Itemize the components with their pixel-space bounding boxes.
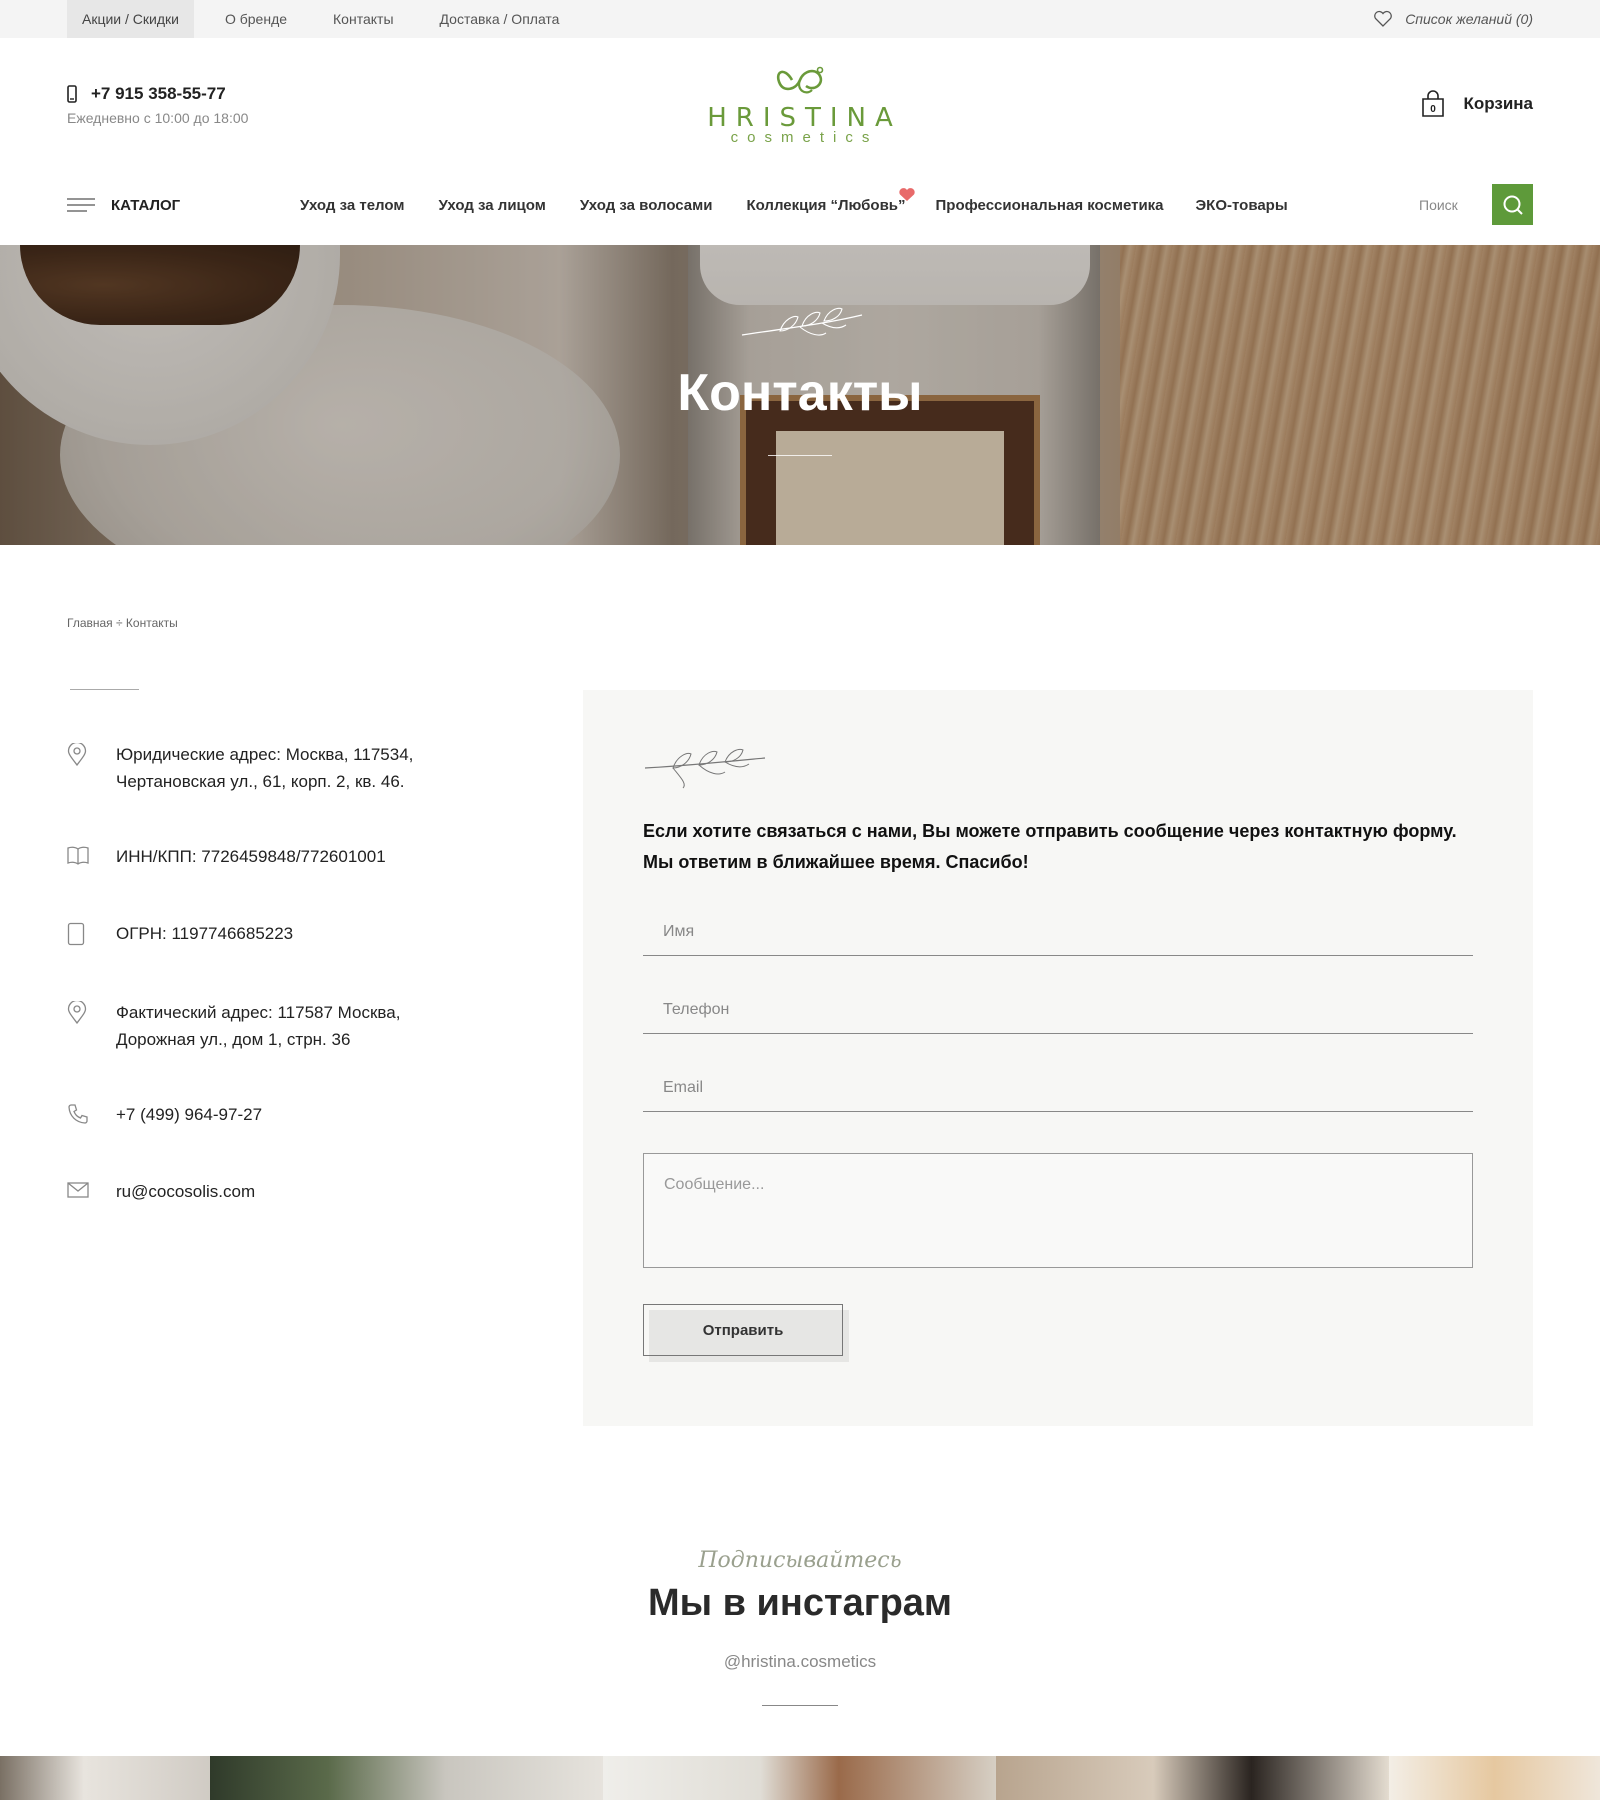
contacts-divider [70,689,139,690]
catalog-button[interactable]: КАТАЛОГ [67,182,180,228]
name-field[interactable]: Имя [643,908,1473,956]
nav-item-hair-care[interactable]: Уход за волосами [580,197,713,214]
hero-banner: Контакты [0,245,1600,545]
catalog-label: КАТАЛОГ [111,196,181,214]
leaf-branch-icon [644,748,766,789]
contact-ogrn-text: ОГРН: 1197746685223 [116,924,294,943]
mail-icon [67,1182,89,1198]
working-hours: Ежедневно с 10:00 до 18:00 [67,110,249,126]
page-title: Контакты [677,364,923,422]
map-pin-icon [67,741,87,767]
nav-item-body-care[interactable]: Уход за телом [300,197,404,214]
instagram-photo[interactable] [996,1756,1389,1800]
heart-outline-icon [1374,10,1393,27]
menu-lines-icon [67,198,95,212]
contact-inn-text: ИНН/КПП: 7726459848/772601001 [116,847,386,866]
contact-email-text: ru@cocosolis.com [116,1182,256,1201]
form-intro: Если хотите связаться с нами, Вы можете … [643,821,1457,872]
instagram-photo[interactable] [603,1756,996,1800]
heart-icon [898,187,915,201]
brand-logo[interactable]: HRISTINA cosmetics [698,62,902,152]
nav-item-face-care[interactable]: Уход за лицом [438,197,545,214]
nav-item-love-collection[interactable]: Коллекция “Любовь” [746,187,915,214]
email-field[interactable]: Email [643,1064,1473,1112]
contact-actual-address: Фактический адрес: 117587 Москва, Дорожн… [67,999,400,1053]
logo-monogram-icon [776,66,824,94]
message-field[interactable]: Сообщение... [643,1153,1473,1268]
cart-button[interactable]: 0 Корзина [1421,90,1533,118]
header-phone-block: +7 915 358-55-77 Ежедневно с 10:00 до 18… [67,84,248,126]
header-phone-number[interactable]: +7 915 358-55-77 [91,84,226,104]
contact-legal-address-text: Юридические адрес: Москва, 117534, Черта… [116,745,414,791]
instagram-script-heading: Подписывайтесь [698,1548,902,1573]
contact-email[interactable]: ru@cocosolis.com [67,1178,255,1207]
contact-inn: ИНН/КПП: 7726459848/772601001 [67,843,386,873]
book-icon [67,846,89,865]
top-link-promotions[interactable]: Акции / Скидки [67,0,194,38]
instagram-photo[interactable] [210,1756,603,1800]
contact-phone[interactable]: +7 (499) 964-97-27 [67,1101,262,1133]
nav-item-professional[interactable]: Профессиональная косметика [936,197,1164,214]
mobile-phone-icon [67,85,77,103]
phone-field[interactable]: Телефон [643,986,1473,1034]
top-link-about[interactable]: О бренде [210,0,302,38]
leaf-branch-icon [741,307,863,336]
cart-label: Корзина [1463,94,1533,113]
search-icon [1503,195,1523,215]
contact-legal-address: Юридические адрес: Москва, 117534, Черта… [67,741,413,795]
top-links: Акции / Скидки О бренде Контакты Доставк… [67,0,590,38]
instagram-handle[interactable]: @hristina.cosmetics [0,1652,1600,1672]
breadcrumb[interactable]: Главная ÷ Контакты [67,616,178,630]
instagram-photo[interactable] [0,1756,210,1800]
contact-ogrn: ОГРН: 1197746685223 [67,920,293,954]
top-bar: Акции / Скидки О бренде Контакты Доставк… [0,0,1600,38]
tablet-icon [67,922,85,946]
submit-button[interactable]: Отправить [643,1304,843,1356]
contact-phone-text: +7 (499) 964-97-27 [116,1105,263,1124]
wishlist-label: Список желаний (0) [1405,11,1533,27]
nav-item-love-label: Коллекция “Любовь” [746,196,906,214]
contact-form-card: Если хотите связаться с нами, Вы можете … [583,690,1533,1426]
shopping-bag-icon: 0 [1422,90,1445,117]
phone-icon [68,1104,88,1124]
nav-item-eco[interactable]: ЭКО-товары [1196,197,1288,214]
instagram-feed [0,1756,1600,1800]
search-input[interactable]: Поиск [1419,182,1458,228]
instagram-divider [762,1705,838,1706]
wishlist-link[interactable]: Список желаний (0) [1373,0,1533,38]
instagram-title: Мы в инстаграм [647,1582,953,1624]
cart-count: 0 [1431,104,1437,115]
top-link-delivery[interactable]: Доставка / Оплата [425,0,575,38]
hero-divider [768,455,832,456]
contact-actual-address-text: Фактический адрес: 117587 Москва, Дорожн… [116,1003,401,1049]
top-link-contacts[interactable]: Контакты [318,0,408,38]
nav-items: Уход за телом Уход за лицом Уход за воло… [300,182,1322,228]
map-pin-icon [67,999,87,1025]
search-button[interactable] [1492,184,1533,225]
main-nav: КАТАЛОГ Уход за телом Уход за лицом Уход… [0,182,1600,228]
instagram-photo[interactable] [1389,1756,1600,1800]
